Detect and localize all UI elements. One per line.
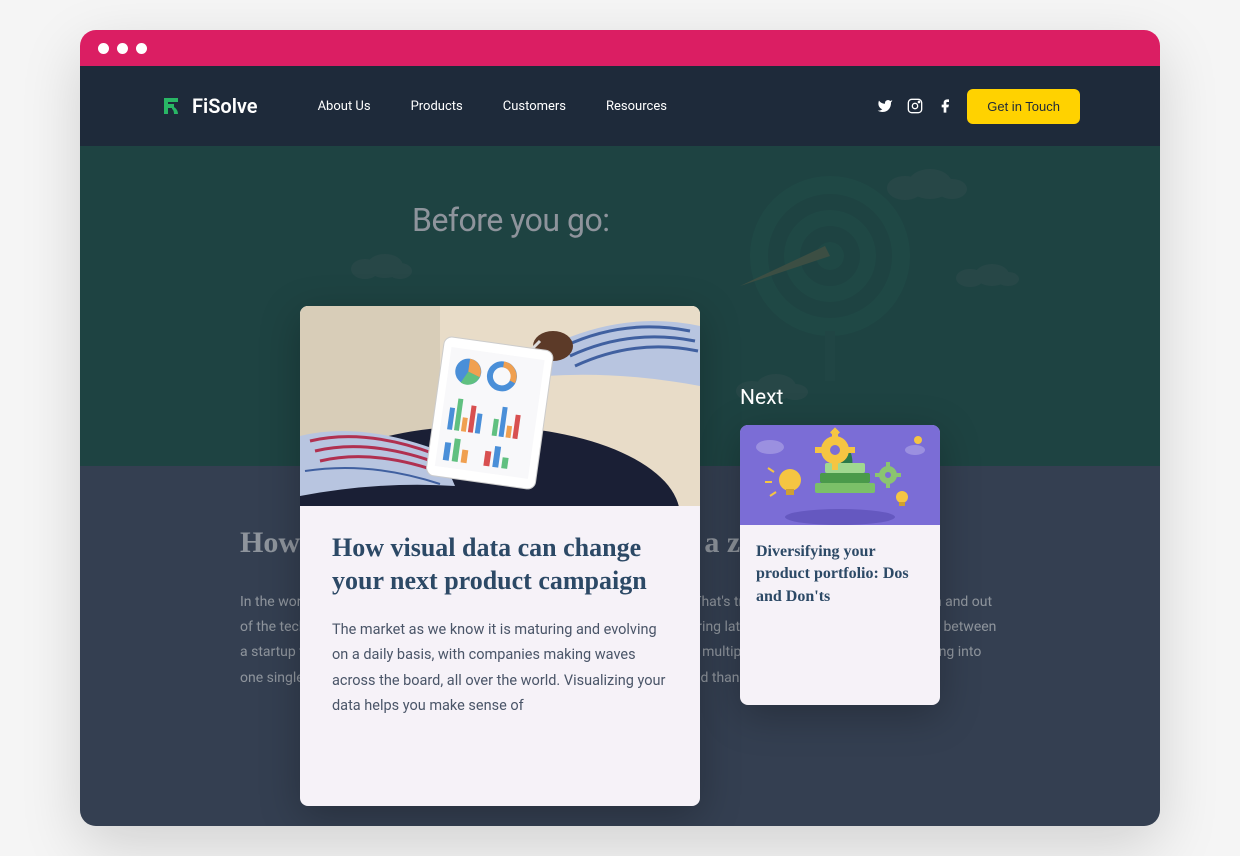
next-card-image (740, 425, 940, 525)
featured-article-card[interactable]: How visual data can change your next pro… (300, 306, 700, 806)
brand-logo[interactable]: FiSolve (160, 94, 258, 118)
browser-frame: FiSolve About Us Products Customers Reso… (80, 30, 1160, 826)
window-minimize-dot[interactable] (117, 43, 128, 54)
window-maximize-dot[interactable] (136, 43, 147, 54)
featured-card-title: How visual data can change your next pro… (332, 532, 668, 597)
browser-titlebar (80, 30, 1160, 66)
next-article-card[interactable]: Diversifying your product portfolio: Dos… (740, 425, 940, 705)
next-card-title: Diversifying your product portfolio: Dos… (756, 541, 924, 608)
modal-layer: How visual data can change your next pro… (80, 221, 1160, 826)
featured-card-body: How visual data can change your next pro… (300, 506, 700, 745)
window-close-dot[interactable] (98, 43, 109, 54)
facebook-icon[interactable] (937, 98, 953, 114)
nav-customers[interactable]: Customers (503, 99, 566, 114)
nav-products[interactable]: Products (411, 99, 463, 114)
nav-about[interactable]: About Us (318, 99, 371, 114)
twitter-icon[interactable] (877, 98, 893, 114)
get-in-touch-button[interactable]: Get in Touch (967, 89, 1080, 124)
brand-name: FiSolve (192, 94, 258, 118)
instagram-icon[interactable] (907, 98, 923, 114)
featured-card-image (300, 306, 700, 506)
featured-card-excerpt: The market as we know it is maturing and… (332, 617, 668, 719)
navbar: FiSolve About Us Products Customers Reso… (80, 66, 1160, 146)
viewport: FiSolve About Us Products Customers Reso… (80, 66, 1160, 826)
nav-right: Get in Touch (877, 89, 1080, 124)
next-card-column: Next (740, 306, 940, 826)
logo-mark-icon (160, 94, 184, 118)
nav-resources[interactable]: Resources (606, 99, 667, 114)
next-label: Next (740, 386, 940, 410)
nav-links: About Us Products Customers Resources (318, 99, 667, 114)
next-card-body: Diversifying your product portfolio: Dos… (740, 525, 940, 624)
